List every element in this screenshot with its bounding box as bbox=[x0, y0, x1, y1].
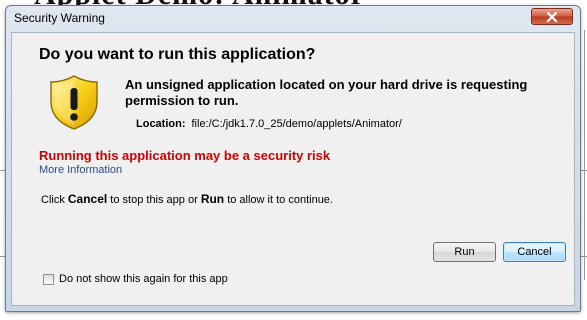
location-value: file:/C:/jdk1.7.0_25/demo/applets/Animat… bbox=[191, 118, 402, 130]
dialog-message: An unsigned application located on your … bbox=[125, 77, 528, 108]
instruction-suffix: to allow it to continue. bbox=[224, 194, 333, 206]
location-row: Location: file:/C:/jdk1.7.0_25/demo/apple… bbox=[136, 118, 402, 130]
cancel-button[interactable]: Cancel bbox=[503, 242, 566, 262]
window-title: Security Warning bbox=[14, 11, 105, 25]
run-button[interactable]: Run bbox=[433, 242, 496, 262]
instruction-cancel-word: Cancel bbox=[67, 192, 108, 206]
security-risk-warning: Running this application may be a securi… bbox=[39, 148, 331, 163]
location-label: Location: bbox=[136, 118, 186, 130]
close-button[interactable] bbox=[531, 8, 573, 25]
dialog-question: Do you want to run this application? bbox=[39, 46, 316, 63]
do-not-show-again-option[interactable]: Do not show this again for this app bbox=[43, 273, 228, 285]
instruction-run-word: Run bbox=[200, 192, 225, 206]
instruction-text: Click Cancel to stop this app or Run to … bbox=[41, 192, 333, 206]
more-information-link[interactable]: More Information bbox=[39, 164, 122, 176]
do-not-show-again-label[interactable]: Do not show this again for this app bbox=[59, 273, 228, 285]
dialog-body: Do you want to run this application? An … bbox=[11, 32, 575, 306]
security-warning-dialog: Security Warning Do you want to run this… bbox=[5, 5, 581, 312]
warning-shield-icon bbox=[48, 74, 100, 130]
instruction-middle: to stop this app or bbox=[107, 194, 201, 206]
title-bar[interactable]: Security Warning bbox=[6, 6, 580, 30]
background-border bbox=[584, 30, 585, 280]
do-not-show-again-checkbox[interactable] bbox=[43, 273, 54, 285]
instruction-prefix: Click bbox=[41, 194, 68, 206]
close-icon bbox=[546, 11, 558, 22]
